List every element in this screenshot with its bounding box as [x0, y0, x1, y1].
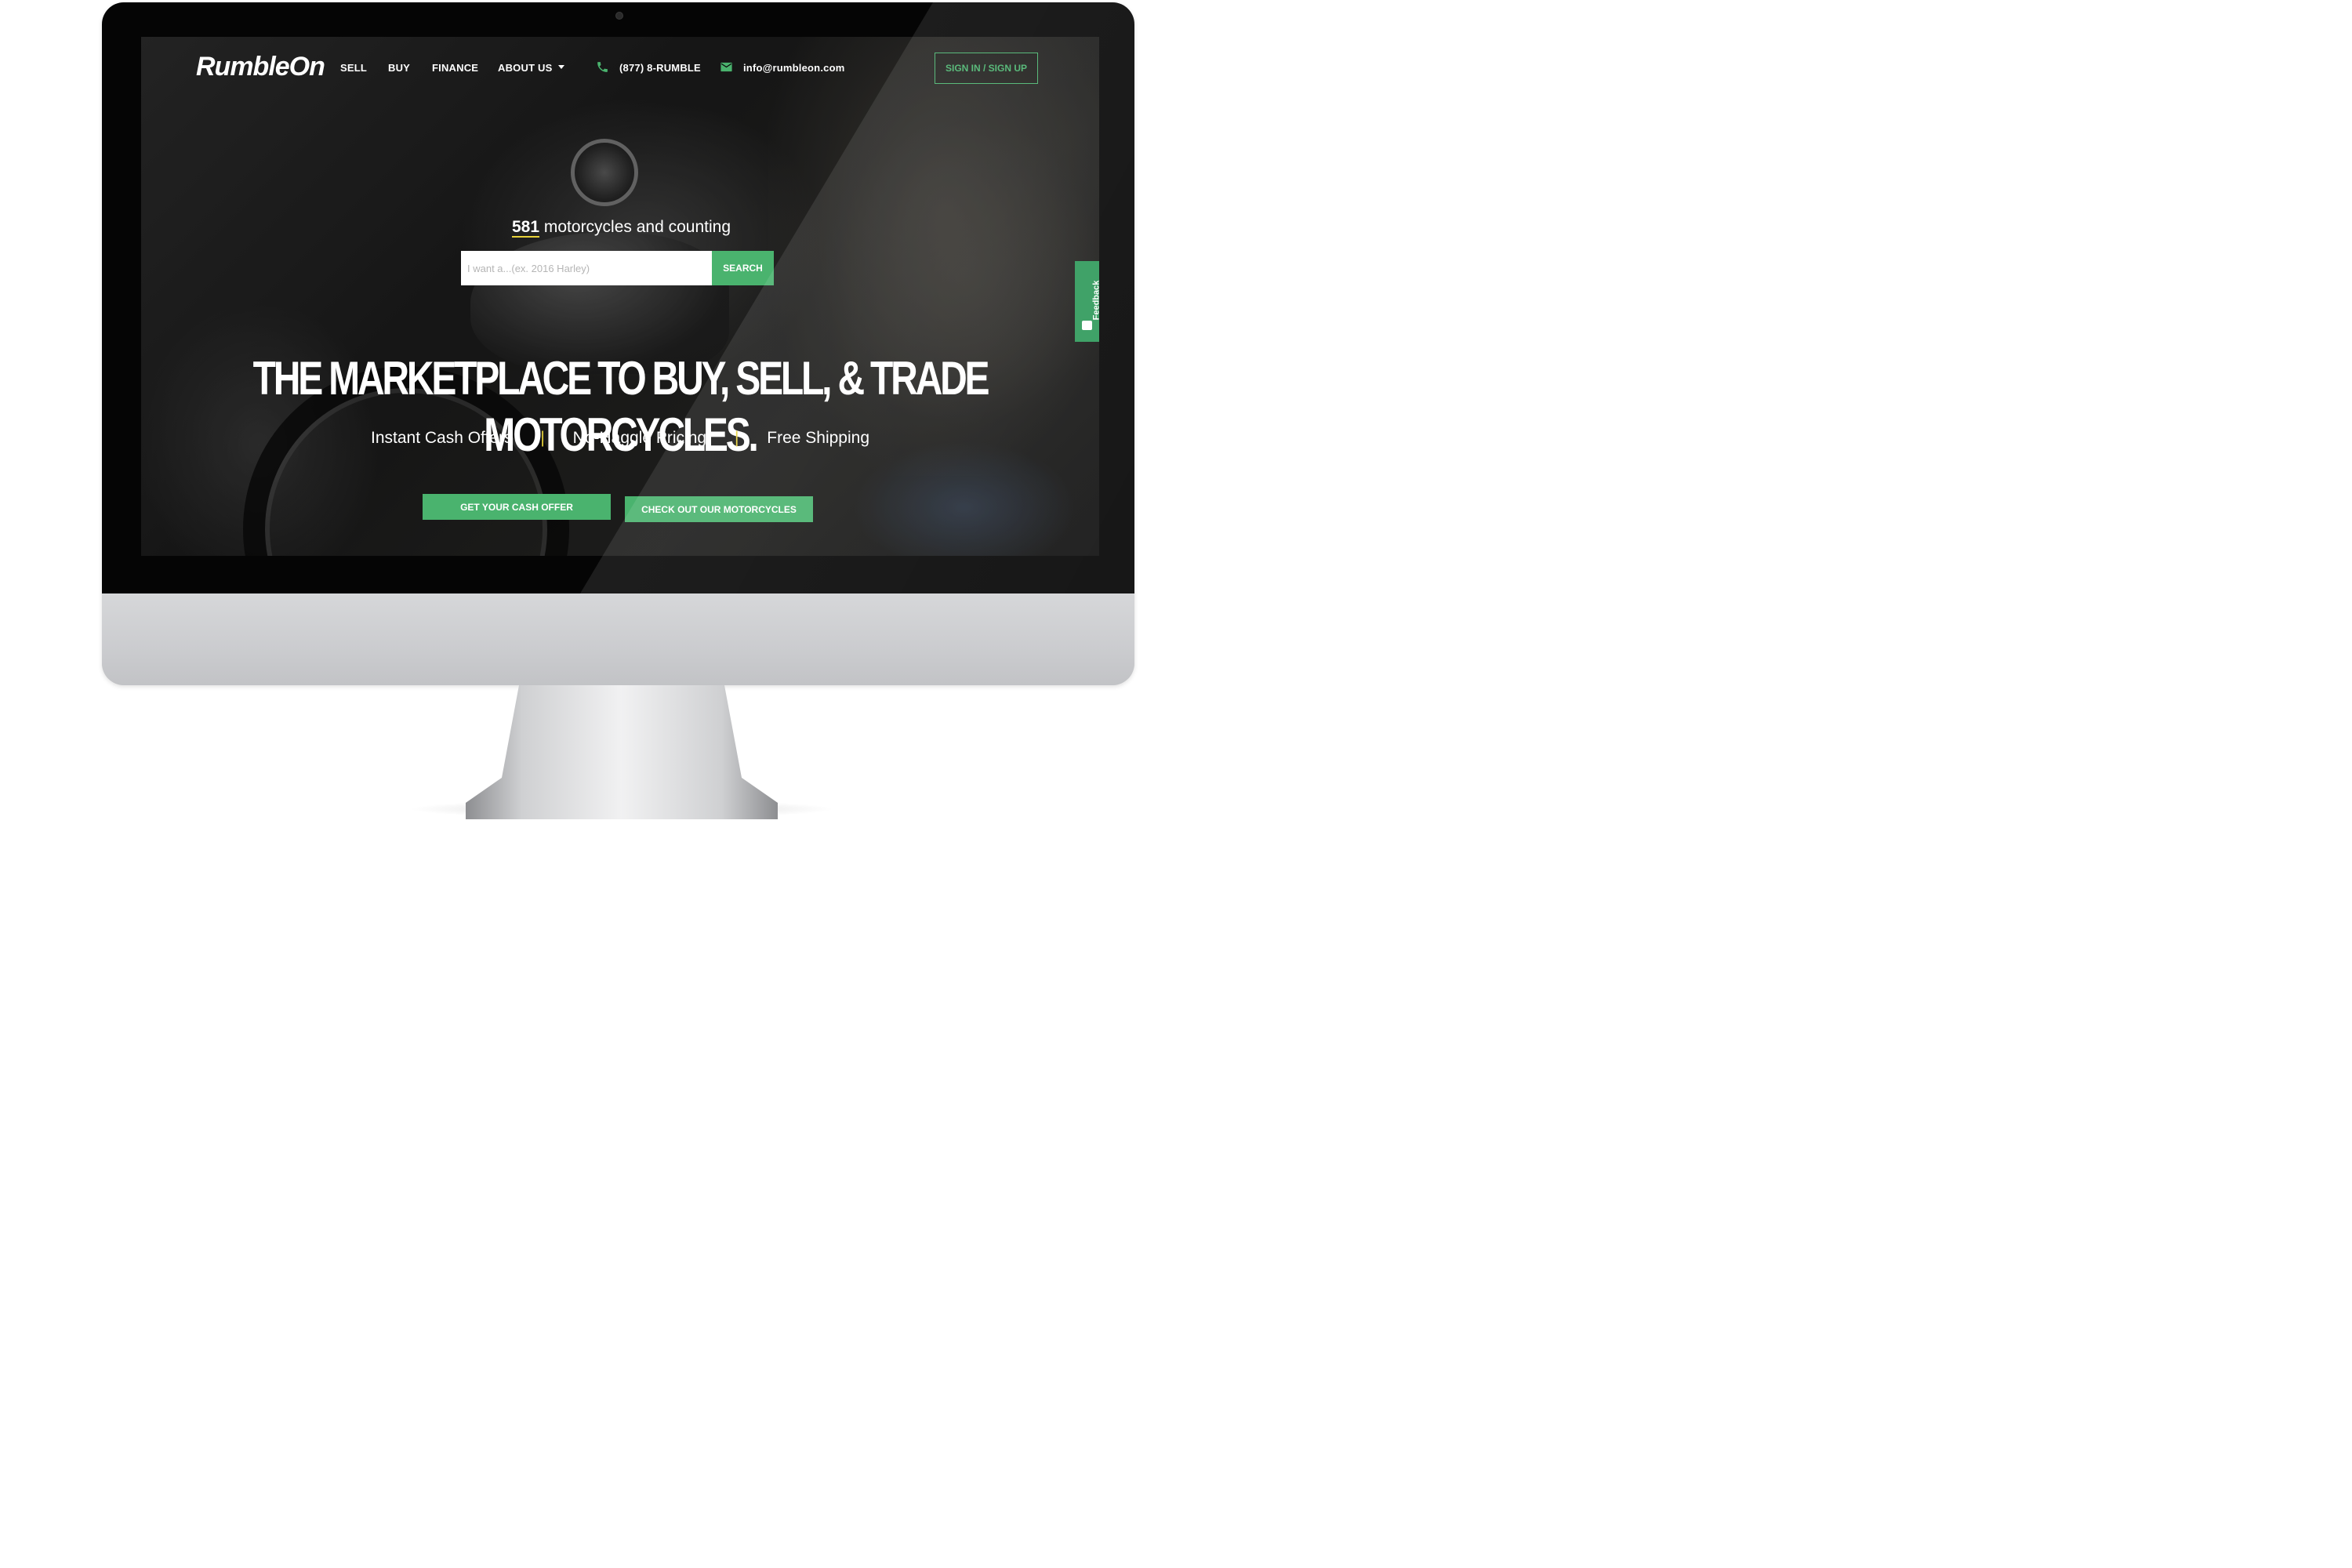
screen-bezel: RumbleOn SELL BUY FINANCE ABOUT US (877)…	[102, 2, 1134, 593]
browse-motorcycles-button[interactable]: CHECK OUT OUR MOTORCYCLES	[625, 496, 813, 522]
nav-finance[interactable]: FINANCE	[432, 62, 478, 74]
monitor-frame: RumbleOn SELL BUY FINANCE ABOUT US (877)…	[102, 2, 1134, 685]
sign-in-button[interactable]: SIGN IN / SIGN UP	[935, 53, 1038, 84]
hero-overlay	[141, 37, 1099, 556]
chevron-down-icon[interactable]	[558, 65, 564, 69]
website-screen: RumbleOn SELL BUY FINANCE ABOUT US (877)…	[141, 37, 1099, 556]
mail-icon	[720, 62, 732, 72]
feedback-tab[interactable]: Feedback	[1075, 261, 1099, 342]
camera-icon	[615, 12, 623, 20]
inventory-count-suffix: motorcycles and counting	[539, 218, 731, 236]
nav-about-us[interactable]: ABOUT US	[498, 62, 553, 74]
feedback-label: Feedback	[1091, 280, 1099, 321]
site-logo[interactable]: RumbleOn	[196, 52, 325, 82]
monitor-stand	[466, 685, 778, 819]
feature-separator: |	[540, 429, 545, 447]
nav-sell[interactable]: SELL	[340, 62, 367, 74]
search-button[interactable]: SEARCH	[712, 251, 774, 285]
inventory-count: 581	[512, 218, 540, 236]
feature-separator: |	[734, 429, 739, 447]
nav-buy[interactable]: BUY	[388, 62, 410, 74]
cash-offer-button[interactable]: GET YOUR CASH OFFER	[423, 494, 611, 520]
monitor-chin	[102, 593, 1134, 685]
feedback-icon	[1082, 321, 1092, 330]
nav-email[interactable]: info@rumbleon.com	[743, 62, 844, 74]
search-input[interactable]	[461, 251, 712, 285]
feature-item: Instant Cash Offers	[370, 429, 513, 447]
nav-phone[interactable]: (877) 8-RUMBLE	[619, 62, 701, 74]
feature-item: Free Shipping	[767, 429, 869, 447]
inventory-counter: 581 motorcycles and counting	[512, 218, 731, 237]
feature-list: Instant Cash Offers | No-Haggle Pricing …	[141, 429, 1099, 448]
phone-icon	[597, 62, 608, 72]
feature-item: No-Haggle Pricing	[572, 429, 707, 447]
